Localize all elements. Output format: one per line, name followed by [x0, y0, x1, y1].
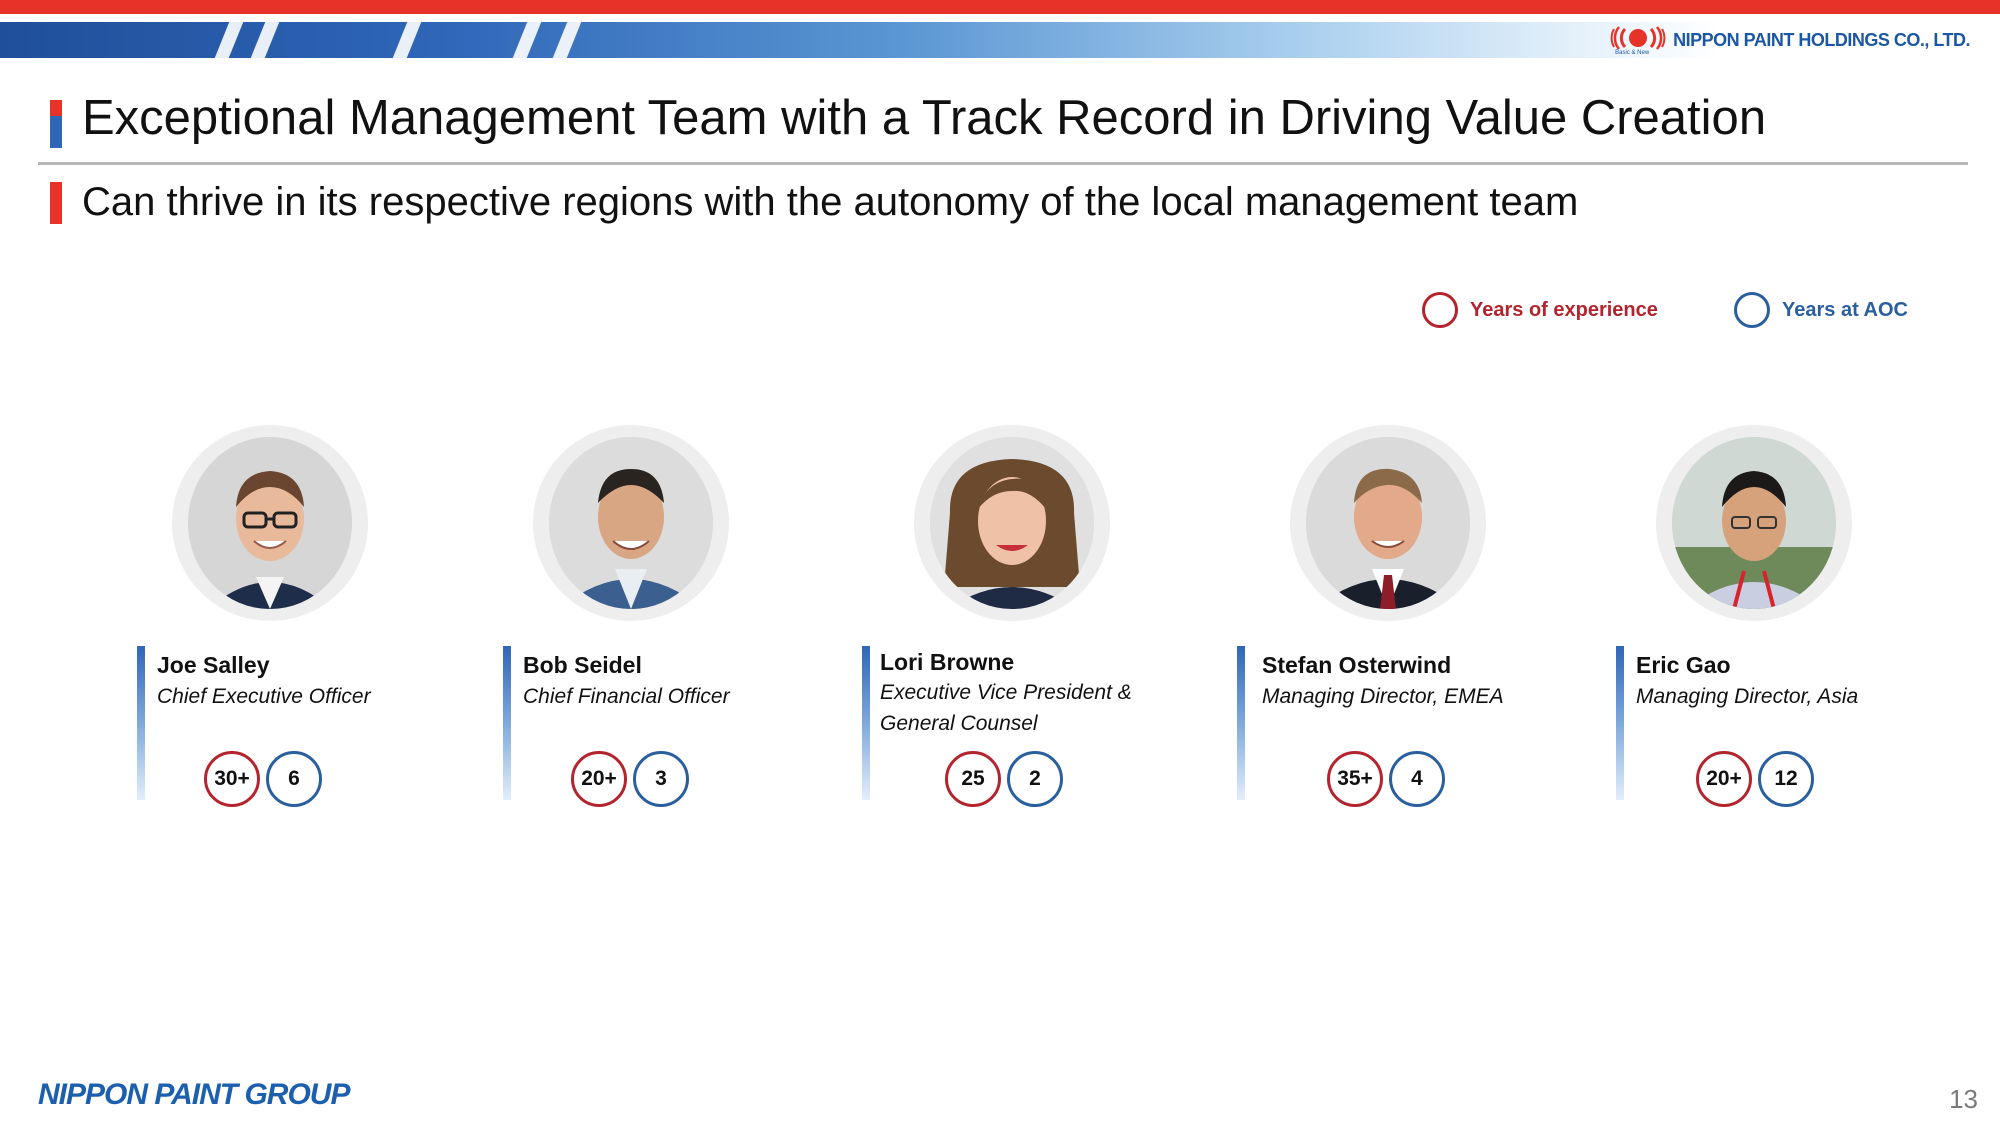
page-title: Exceptional Management Team with a Track…: [82, 91, 1767, 145]
aoc-ring-icon: [1734, 292, 1770, 328]
top-red-band: [0, 0, 2000, 14]
title-divider: [38, 162, 1968, 165]
person-photo: [1306, 437, 1470, 609]
person-name: Joe Salley: [157, 652, 270, 678]
person-name: Lori Browne: [880, 649, 1015, 675]
brand-tagline: Basic & New: [1615, 50, 1650, 56]
experience-badge: 20+: [571, 751, 627, 807]
person-photo-frame: [1656, 425, 1852, 621]
person-accent-bar: [862, 646, 870, 800]
person-accent-bar: [503, 646, 511, 800]
person-accent-bar: [1616, 646, 1624, 800]
person-role-line1: Executive Vice President &: [880, 681, 1132, 704]
person-accent-bar: [137, 646, 145, 800]
legend-experience-label: Years of experience: [1470, 298, 1658, 321]
person-photo: [549, 437, 713, 609]
legend-aoc: Years at AOC: [1734, 290, 1908, 330]
person-role: Managing Director, EMEA: [1262, 681, 1504, 712]
company-logo: Basic & New NIPPON PAINT HOLDINGS CO., L…: [1609, 26, 1970, 56]
person-role-line2: General Counsel: [880, 712, 1038, 735]
person-role: Chief Financial Officer: [523, 681, 730, 712]
experience-badge: 20+: [1696, 751, 1752, 807]
nippon-paint-logo-icon: Basic & New: [1609, 26, 1667, 56]
legend-aoc-label: Years at AOC: [1782, 298, 1908, 321]
experience-ring-icon: [1422, 292, 1458, 328]
group-logo: NIPPON PAINT GROUP: [38, 1078, 350, 1111]
subtitle-accent-bar: [50, 182, 62, 224]
person-photo: [188, 437, 352, 609]
person-photo-frame: [914, 425, 1110, 621]
aoc-badge: 4: [1389, 751, 1445, 807]
person-role: Executive Vice President & General Couns…: [880, 677, 1132, 739]
title-accent-bar: [50, 100, 62, 148]
company-name: NIPPON PAINT HOLDINGS CO., LTD.: [1673, 29, 1970, 50]
person-photo-frame: [1290, 425, 1486, 621]
person-name: Bob Seidel: [523, 652, 642, 678]
person-role-line1: Managing Director, EMEA: [1262, 685, 1504, 708]
experience-badge: 25: [945, 751, 1001, 807]
person-role-line1: Chief Executive Officer: [157, 685, 371, 708]
person-role-line1: Managing Director, Asia: [1636, 685, 1859, 708]
person-name: Stefan Osterwind: [1262, 652, 1452, 678]
page-subtitle: Can thrive in its respective regions wit…: [82, 180, 1579, 224]
aoc-badge: 3: [633, 751, 689, 807]
person-photo: [1672, 437, 1836, 609]
page-number: 13: [1949, 1084, 1978, 1114]
person-photo-frame: [533, 425, 729, 621]
person-photo-frame: [172, 425, 368, 621]
person-role-line1: Chief Financial Officer: [523, 685, 730, 708]
aoc-badge: 12: [1758, 751, 1814, 807]
person-accent-bar: [1237, 646, 1245, 800]
experience-badge: 30+: [204, 751, 260, 807]
person-photo: [930, 437, 1094, 609]
person-role: Chief Executive Officer: [157, 681, 371, 712]
person-role: Managing Director, Asia: [1636, 681, 1858, 712]
legend-experience: Years of experience: [1422, 290, 1658, 330]
aoc-badge: 6: [266, 751, 322, 807]
aoc-badge: 2: [1007, 751, 1063, 807]
person-name: Eric Gao: [1636, 652, 1731, 678]
experience-badge: 35+: [1327, 751, 1383, 807]
